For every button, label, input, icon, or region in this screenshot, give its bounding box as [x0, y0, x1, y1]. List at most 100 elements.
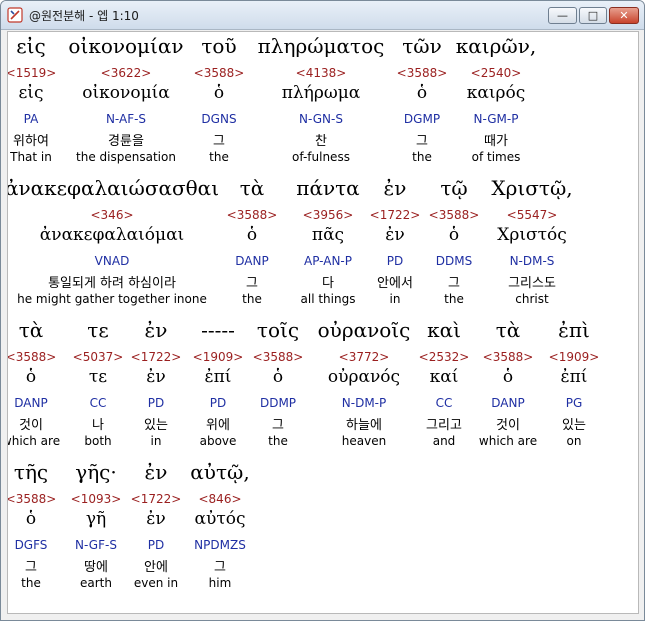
word-parse: VNAD [94, 254, 130, 268]
word-strong: <3772> [338, 350, 390, 364]
word-english: both [84, 434, 112, 448]
word-parse: N-GN-S [299, 112, 343, 126]
word-parse: DANP [491, 396, 525, 410]
word-lemma: ὁ [416, 83, 428, 103]
word-korean: 땅에 [84, 560, 108, 575]
word-english: which are [7, 434, 61, 448]
word-korean: 그리스도 [508, 276, 556, 291]
word-greek: τὰ [495, 318, 521, 342]
word-english: the [412, 150, 432, 164]
word-strong: <846> [198, 492, 242, 506]
minimize-icon: — [557, 9, 568, 22]
minimize-button[interactable]: — [548, 7, 577, 24]
app-window: @원전분해 - 엡 1:10 — □ ✕ εἰς <1519> εἰς PA 위하여 Th… [0, 0, 645, 621]
title-bar[interactable]: @원전분해 - 엡 1:10 — □ ✕ [1, 1, 644, 30]
word-lemma: ὁ [25, 367, 37, 387]
word-parse: DGNS [201, 112, 237, 126]
word-korean: 나 [92, 418, 104, 433]
word-strong: <5547> [506, 208, 558, 222]
word-english: the [21, 576, 41, 590]
word-korean: 있는 [144, 418, 168, 433]
word-parse: PD [147, 396, 165, 410]
word-greek: τοῦ [201, 34, 237, 58]
word-korean: 안에 [144, 560, 168, 575]
word-korean: 그 [448, 276, 460, 291]
verse-line: εἰς <1519> εἰς PA 위하여 That in οἰκονομίαν <3622>… [7, 34, 638, 174]
word-english: the [209, 150, 229, 164]
word-parse: DANP [235, 254, 269, 268]
word-english: That in [10, 150, 52, 164]
word-parse: PA [23, 112, 39, 126]
interlinear-panel[interactable]: εἰς <1519> εἰς PA 위하여 That in οἰκονομίαν <3622>… [7, 31, 639, 614]
word-strong: <1909> [192, 350, 244, 364]
maximize-button[interactable]: □ [579, 7, 607, 24]
word-lemma: αὐτός [194, 509, 246, 529]
word-lemma: ἐν [146, 367, 166, 387]
word-greek: Χριστῷ, [491, 176, 573, 200]
word-parse: N-DM-S [509, 254, 555, 268]
close-button[interactable]: ✕ [609, 7, 639, 24]
word-lemma: ὁ [448, 225, 460, 245]
word-greek: ἐπὶ [558, 318, 590, 342]
word-strong: <3588> [7, 492, 57, 506]
word-greek: οὐρανοῖς [317, 318, 411, 342]
word-korean: 경륜을 [108, 134, 144, 149]
word-greek: ἐν [144, 318, 168, 342]
word-parse: PD [386, 254, 404, 268]
word-parse: DDMP [259, 396, 297, 410]
word-strong: <3622> [100, 66, 152, 80]
word-lemma: τε [88, 367, 108, 387]
word-korean: 위에 [206, 418, 230, 433]
word-greek: καιρῶν, [455, 34, 537, 58]
word-lemma: γῆ [85, 509, 107, 529]
word-lemma: Χριστός [497, 225, 567, 245]
word-korean: 그 [214, 560, 226, 575]
word-english: the dispensation [76, 150, 176, 164]
word-greek: ἐν [383, 176, 407, 200]
close-icon: ✕ [619, 9, 629, 22]
word-strong: <3588> [226, 208, 278, 222]
word-lemma: οὐρανός [327, 367, 401, 387]
word-parse: DGFS [14, 538, 48, 552]
word-english: him [208, 576, 232, 590]
word-english: above [199, 434, 237, 448]
word-parse: DANP [14, 396, 48, 410]
word-parse: AP-AN-P [304, 254, 352, 268]
word-greek: τοῖς [256, 318, 300, 342]
word-parse: NPDMZS [194, 538, 246, 552]
word-english: he might gather together inone [17, 292, 207, 306]
word-parse: N-DM-P [341, 396, 387, 410]
word-lemma: καιρός [466, 83, 526, 103]
word-korean: 위하여 [13, 134, 49, 149]
word-greek: εἰς [16, 34, 46, 58]
word-strong: <1909> [548, 350, 600, 364]
word-lemma: πᾶς [311, 225, 345, 245]
word-greek: πληρώματος [257, 34, 385, 58]
word-greek: τὰ [18, 318, 44, 342]
word-lemma: εἰς [18, 83, 44, 103]
word-korean: 다 [322, 276, 334, 291]
word-strong: <3956> [302, 208, 354, 222]
word-korean: 찬 [315, 134, 327, 149]
word-strong: <2532> [418, 350, 470, 364]
word-greek: τῆς [13, 460, 49, 484]
word-greek: ἀνακεφαλαιώσασθαι [7, 176, 220, 200]
word-korean: 그 [416, 134, 428, 149]
word-greek: οἰκονομίαν [68, 34, 184, 58]
word-strong: <1519> [7, 66, 57, 80]
word-greek: τῶν [402, 34, 442, 58]
word-english: and [432, 434, 456, 448]
word-strong: <2540> [470, 66, 522, 80]
word-parse: CC [435, 396, 453, 410]
word-strong: <1722> [130, 492, 182, 506]
word-strong: <1722> [130, 350, 182, 364]
word-strong: <346> [90, 208, 134, 222]
word-greek: τε [87, 318, 109, 342]
word-parse: PD [209, 396, 227, 410]
maximize-icon: □ [587, 9, 599, 22]
word-english: even in [133, 576, 179, 590]
word-parse: PD [147, 538, 165, 552]
word-lemma: πλήρωμα [281, 83, 361, 103]
word-english: in [150, 434, 162, 448]
word-greek: πάντα [296, 176, 360, 200]
